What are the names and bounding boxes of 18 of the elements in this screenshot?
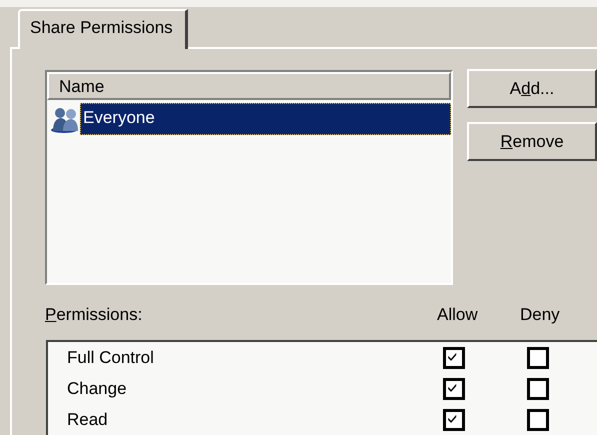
permission-name: Change: [66, 378, 128, 398]
checkbox[interactable]: [527, 408, 549, 430]
remove-button[interactable]: Remove: [467, 122, 597, 161]
checkbox[interactable]: [527, 378, 549, 400]
checkbox[interactable]: [443, 346, 465, 368]
checkbox[interactable]: [443, 378, 465, 400]
list-item[interactable]: Everyone: [80, 103, 451, 135]
add-button[interactable]: Add...: [467, 69, 597, 108]
permissions-label: Permissions:: [45, 305, 144, 325]
column-label: Deny: [520, 305, 561, 325]
permission-name: Full Control: [66, 348, 155, 368]
group-icon: [50, 105, 80, 133]
checkbox[interactable]: [527, 346, 549, 368]
checkbox[interactable]: [443, 408, 465, 430]
column-header[interactable]: Name: [47, 72, 451, 100]
tab[interactable]: Share Permissions: [18, 9, 188, 49]
column-label: Allow: [437, 305, 479, 325]
permission-name: Read: [66, 410, 109, 430]
